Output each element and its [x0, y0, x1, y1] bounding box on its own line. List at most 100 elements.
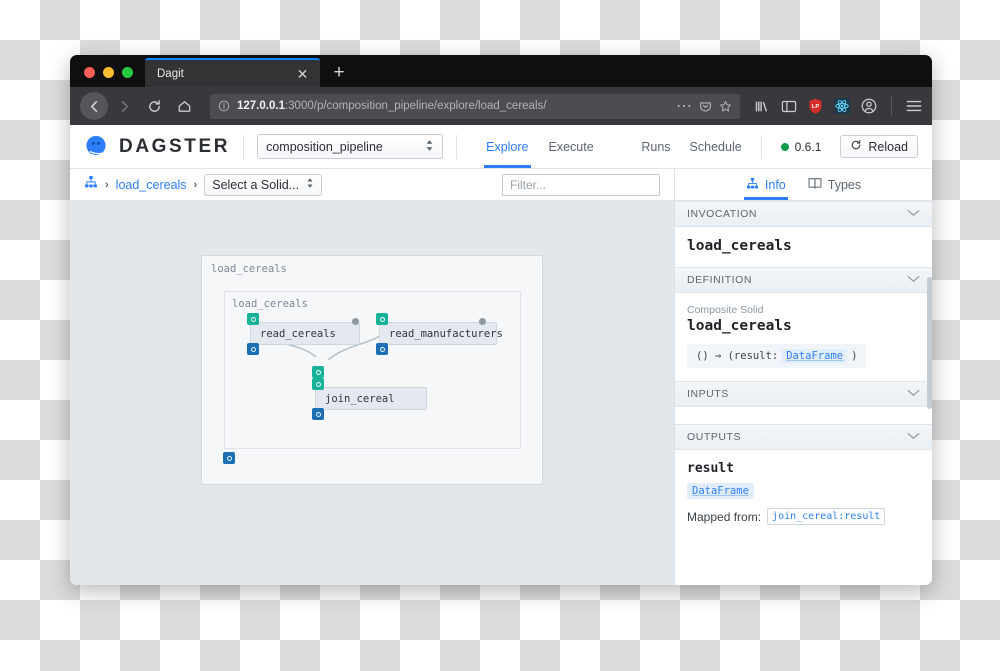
- reload-button[interactable]: Reload: [840, 135, 918, 158]
- app-menu-icon[interactable]: [906, 99, 922, 113]
- pipeline-graph-icon[interactable]: [84, 175, 98, 194]
- lastpass-icon[interactable]: LP: [808, 98, 823, 114]
- filter-input[interactable]: Filter...: [502, 173, 660, 196]
- primary-nav: Explore Execute: [484, 125, 594, 168]
- chevron-down-icon[interactable]: [907, 274, 920, 286]
- chevron-down-icon[interactable]: [907, 208, 920, 220]
- node-read-cereals[interactable]: read_cereals: [250, 322, 360, 345]
- tab-types[interactable]: Types: [806, 169, 863, 200]
- port-ring-icon: [315, 411, 321, 417]
- home-icon[interactable]: [170, 92, 198, 120]
- inner-composite-container[interactable]: load_cereals: [224, 291, 521, 449]
- section-outputs-label: OUTPUTS: [687, 431, 742, 443]
- dagit-app: DAGSTER composition_pipeline Explore Exe…: [70, 125, 932, 585]
- app-header-right: Runs Schedule 0.6.1 Reload: [641, 134, 918, 159]
- node-join-cereal-input-port-2[interactable]: [312, 378, 324, 390]
- bookmark-star-icon[interactable]: [719, 100, 732, 113]
- port-ring-icon: [379, 346, 385, 352]
- url-bar[interactable]: 127.0.0.1:3000/p/composition_pipeline/ex…: [210, 93, 740, 119]
- definition-kind: Composite Solid: [687, 304, 764, 316]
- url-host: 127.0.0.1: [237, 100, 285, 112]
- sidebar-scrollbar[interactable]: [927, 277, 932, 409]
- nav-explore[interactable]: Explore: [484, 125, 531, 168]
- section-definition[interactable]: DEFINITION: [675, 267, 932, 293]
- section-invocation[interactable]: INVOCATION: [675, 201, 932, 227]
- port-ring-icon: [315, 381, 321, 387]
- node-read-manufacturers-output-port[interactable]: [376, 343, 388, 355]
- tab-info[interactable]: Info: [743, 169, 788, 200]
- library-icon[interactable]: [754, 99, 770, 114]
- close-window-button[interactable]: [84, 67, 95, 78]
- pipeline-select-value: composition_pipeline: [266, 139, 383, 154]
- pipeline-select[interactable]: composition_pipeline: [257, 134, 444, 159]
- app-header: DAGSTER composition_pipeline Explore Exe…: [70, 125, 932, 169]
- node-join-cereal-output-port[interactable]: [312, 408, 324, 420]
- outputs-body: result DataFrame Mapped from: join_cerea…: [675, 450, 932, 538]
- browser-window: Dagit ✕ + 127.0.0.1:3000/p/composition_p…: [70, 55, 932, 585]
- solid-select[interactable]: Select a Solid...: [204, 173, 323, 196]
- reload-icon[interactable]: [140, 92, 168, 120]
- minimize-window-button[interactable]: [103, 67, 114, 78]
- mapped-from-label: Mapped from:: [687, 509, 762, 524]
- chevron-down-icon[interactable]: [907, 388, 920, 400]
- section-outputs[interactable]: OUTPUTS: [675, 424, 932, 450]
- section-inputs[interactable]: INPUTS: [675, 381, 932, 407]
- nav-runs[interactable]: Runs: [641, 140, 670, 154]
- dagster-logo[interactable]: DAGSTER: [84, 134, 230, 160]
- graph-canvas[interactable]: load_cereals load_cereals read_cereals r…: [70, 201, 674, 585]
- sidebar-tabs: Info Types: [675, 169, 932, 201]
- invocation-name: load_cereals: [687, 238, 792, 254]
- output-type-link[interactable]: DataFrame: [687, 483, 754, 499]
- maximize-window-button[interactable]: [122, 67, 133, 78]
- reload-button-label: Reload: [868, 139, 908, 154]
- output-mapping-row: Mapped from: join_cereal:result: [687, 508, 920, 525]
- page-info-icon[interactable]: [218, 100, 230, 112]
- node-read-cereals-output-port[interactable]: [247, 343, 259, 355]
- node-join-cereal[interactable]: join_cereal: [315, 387, 427, 410]
- window-controls: [70, 67, 145, 87]
- definition-signature: () ⇒ (result: DataFrame ): [687, 344, 867, 368]
- tab-types-label: Types: [827, 177, 862, 192]
- mapped-from-value[interactable]: join_cereal:result: [767, 508, 886, 525]
- invocation-body: load_cereals: [675, 227, 932, 267]
- forward-icon[interactable]: [110, 92, 138, 120]
- account-icon[interactable]: [861, 98, 877, 114]
- node-label: read_cereals: [260, 327, 336, 340]
- breadcrumb-load-cereals[interactable]: load_cereals: [116, 178, 187, 192]
- section-definition-label: DEFINITION: [687, 274, 752, 286]
- nav-schedule[interactable]: Schedule: [690, 140, 742, 154]
- composite-output-port[interactable]: [223, 452, 235, 464]
- node-label: join_cereal: [325, 392, 395, 405]
- node-read-cereals-input-port[interactable]: [247, 313, 259, 325]
- port-ring-icon: [250, 346, 256, 352]
- book-icon: [808, 177, 822, 193]
- pipeline-graph-icon: [746, 177, 759, 193]
- tab-info-label: Info: [764, 177, 786, 192]
- pocket-icon[interactable]: [699, 100, 712, 113]
- port-ring-icon: [379, 316, 385, 322]
- react-devtools-icon[interactable]: [834, 98, 850, 114]
- port-ring-icon: [315, 369, 321, 375]
- definition-body: Composite Solid load_cereals () ⇒ (resul…: [675, 293, 932, 381]
- solid-select-value: Select a Solid...: [212, 177, 300, 192]
- chevron-updown-icon: [306, 177, 314, 192]
- browser-tab-dagit[interactable]: Dagit ✕: [145, 58, 320, 87]
- sidebar-icon[interactable]: [781, 99, 797, 114]
- more-icon[interactable]: ⋯: [676, 96, 692, 116]
- back-icon[interactable]: [80, 92, 108, 120]
- composite-container[interactable]: load_cereals load_cereals read_cereals r…: [201, 255, 543, 485]
- breadcrumb-separator-2: ›: [193, 178, 198, 191]
- chevron-down-icon[interactable]: [907, 431, 920, 443]
- node-read-manufacturers-input-port[interactable]: [376, 313, 388, 325]
- url-path: :3000/p/composition_pipeline/explore/loa…: [284, 100, 547, 112]
- node-read-cereals-config-dot: [352, 318, 359, 325]
- node-read-manufacturers[interactable]: read_manufacturers: [379, 322, 503, 345]
- nav-execute[interactable]: Execute: [549, 125, 594, 168]
- port-ring-icon: [250, 316, 256, 322]
- new-tab-button[interactable]: +: [324, 58, 354, 87]
- version-badge: 0.6.1: [780, 140, 821, 154]
- close-icon[interactable]: ✕: [294, 65, 311, 82]
- signature-type-link[interactable]: DataFrame: [782, 349, 848, 363]
- node-join-cereal-input-port-1[interactable]: [312, 366, 324, 378]
- svg-text:LP: LP: [812, 104, 820, 110]
